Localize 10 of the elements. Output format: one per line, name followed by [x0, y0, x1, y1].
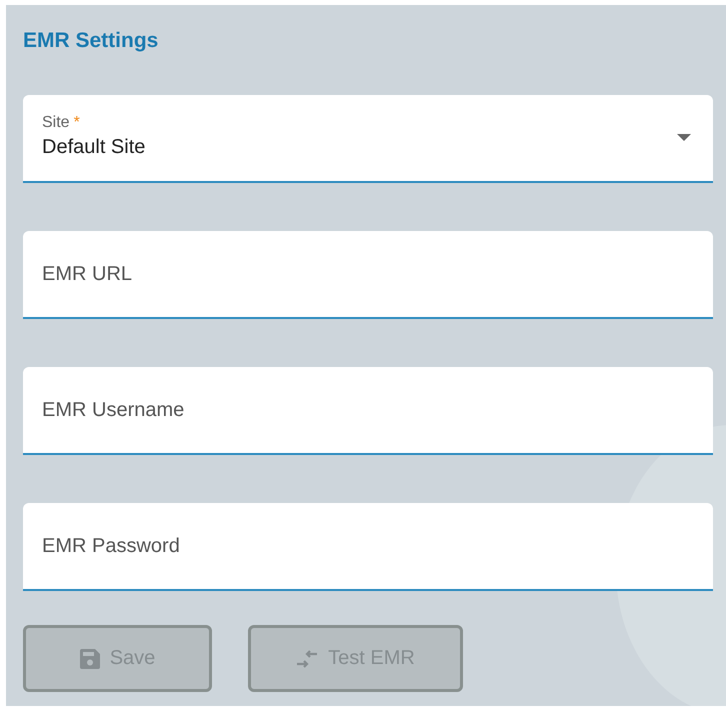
field-label: Site [42, 114, 70, 132]
swap-arrows-icon [296, 648, 318, 668]
select-value: Default Site [42, 136, 146, 158]
input-field[interactable]: EMR Username [23, 367, 713, 455]
section-title: EMR Settings [23, 29, 160, 54]
dropdown-caret-icon [677, 134, 691, 142]
input-field[interactable]: EMR Password [23, 503, 713, 591]
required-asterisk: * [74, 114, 80, 132]
input-field[interactable]: EMR URL [23, 231, 713, 319]
site-select[interactable]: Site * Default Site [23, 95, 713, 183]
